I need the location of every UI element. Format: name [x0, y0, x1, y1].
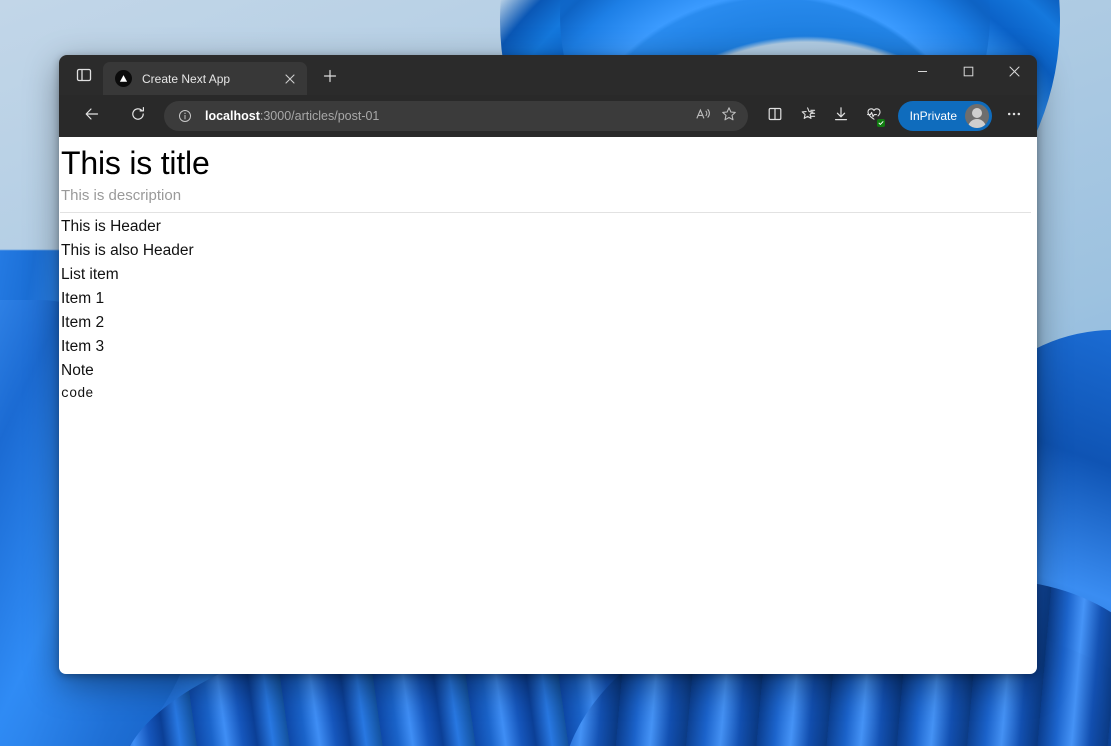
- ellipsis-icon: [1006, 106, 1022, 127]
- read-aloud-button[interactable]: [690, 103, 716, 129]
- page-title: This is title: [61, 145, 210, 181]
- refresh-icon: [130, 106, 146, 127]
- url-path: :3000/articles/post-01: [259, 109, 380, 123]
- article: This is title This is description This i…: [59, 137, 1037, 407]
- downloads-icon: [833, 106, 849, 127]
- browser-toolbar: localhost:3000/articles/post-01 InPrivat…: [59, 95, 1037, 137]
- back-button[interactable]: [77, 101, 107, 131]
- collections-icon: [800, 106, 816, 127]
- refresh-button[interactable]: [123, 101, 153, 131]
- article-line: Item 2: [61, 314, 105, 332]
- maximize-icon: [963, 64, 974, 82]
- plus-icon: [323, 69, 337, 88]
- close-icon: [1009, 64, 1020, 82]
- minimize-button[interactable]: [899, 55, 945, 91]
- tab-title: Create Next App: [142, 71, 231, 86]
- browser-tab[interactable]: Create Next App: [103, 62, 307, 95]
- browser-essentials-button[interactable]: [859, 101, 889, 131]
- nextjs-triangle-favicon: [115, 70, 132, 87]
- info-circle-icon[interactable]: [174, 105, 196, 127]
- star-icon: [721, 106, 737, 127]
- downloads-button[interactable]: [826, 101, 856, 131]
- page-description: This is description: [61, 187, 182, 205]
- url-host: localhost: [205, 109, 260, 123]
- new-tab-button[interactable]: [315, 63, 345, 93]
- more-options-button[interactable]: [999, 101, 1029, 131]
- address-bar-actions: [690, 103, 742, 129]
- split-screen-button[interactable]: [760, 101, 790, 131]
- article-body: This is Header This is also Header List it…: [60, 215, 1037, 407]
- essentials-status-badge: [876, 119, 885, 127]
- article-line: List item: [61, 266, 119, 284]
- maximize-button[interactable]: [945, 55, 991, 91]
- article-line: Note: [61, 362, 94, 380]
- article-line: Item 3: [61, 338, 105, 356]
- url-text: localhost:3000/articles/post-01: [205, 109, 690, 123]
- minimize-icon: [917, 64, 928, 82]
- inprivate-label: InPrivate: [909, 109, 957, 123]
- tab-actions-button[interactable]: [67, 62, 101, 92]
- split-screen-icon: [767, 106, 783, 127]
- add-favorite-button[interactable]: [716, 103, 742, 129]
- address-bar[interactable]: localhost:3000/articles/post-01: [164, 101, 748, 131]
- browser-window: Create Next App localhost:3000/articles/…: [59, 55, 1037, 674]
- article-line: This is Header: [61, 218, 161, 236]
- tab-close-button[interactable]: [279, 68, 301, 90]
- back-arrow-icon: [84, 106, 100, 127]
- desktop: Create Next App localhost:3000/articles/…: [0, 0, 1111, 746]
- article-divider: [60, 212, 1031, 214]
- close-window-button[interactable]: [991, 55, 1037, 91]
- collections-button[interactable]: [793, 101, 823, 131]
- article-line: code: [61, 387, 94, 403]
- window-controls: [899, 55, 1037, 91]
- read-aloud-icon: [695, 106, 711, 127]
- article-line: Item 1: [61, 290, 105, 308]
- inprivate-indicator[interactable]: InPrivate: [897, 101, 992, 131]
- page-content: This is title This is description This i…: [59, 137, 1037, 674]
- tab-actions-icon: [76, 67, 92, 88]
- profile-avatar-icon[interactable]: [965, 104, 989, 128]
- title-bar: Create Next App: [59, 55, 1037, 95]
- article-line: This is also Header: [61, 242, 194, 260]
- toolbar-right-actions: InPrivate: [760, 101, 1029, 131]
